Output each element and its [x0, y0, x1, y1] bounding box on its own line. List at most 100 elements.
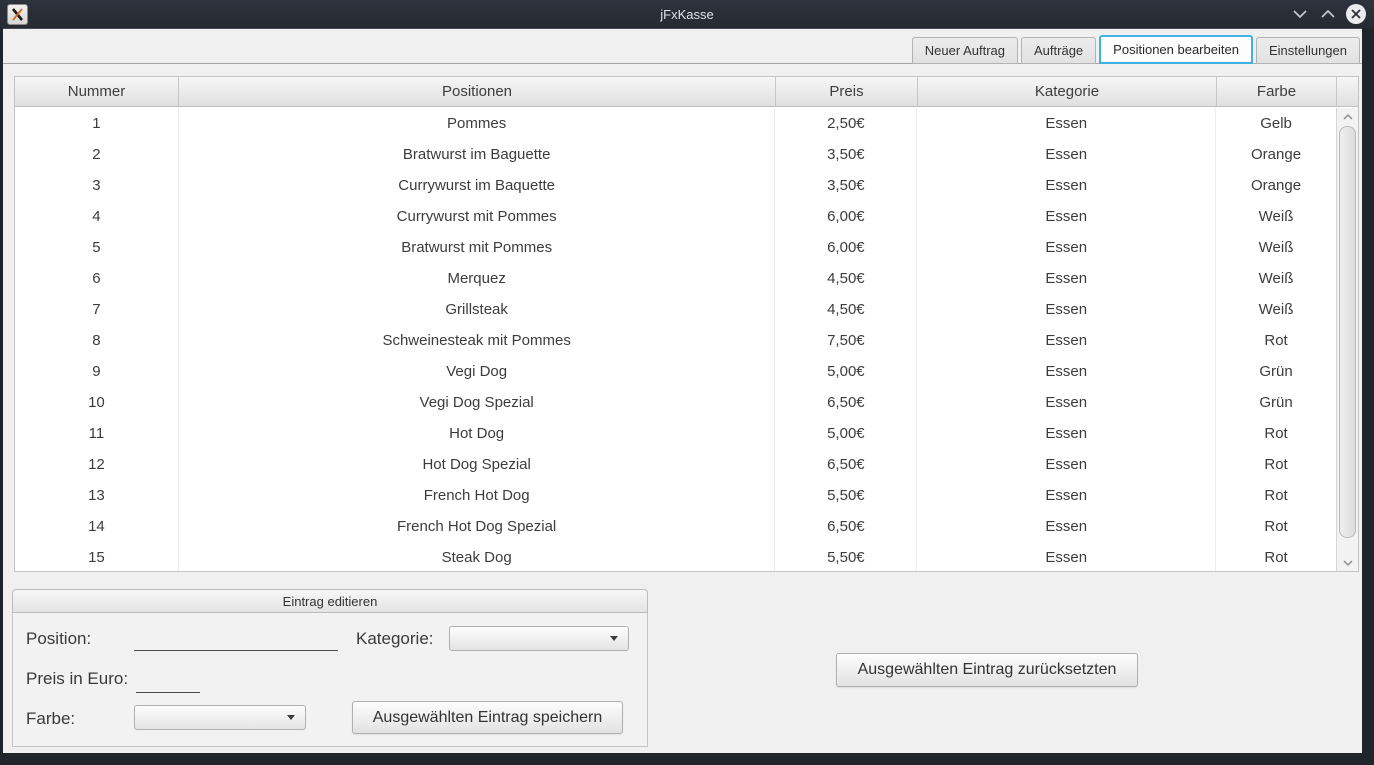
maximize-window-button[interactable] — [1318, 4, 1338, 24]
kategorie-select[interactable] — [449, 626, 629, 651]
close-window-button[interactable] — [1346, 4, 1366, 24]
cell-position: Grillsteak — [179, 294, 776, 325]
table-row[interactable]: 7Grillsteak4,50€EssenWeiß — [15, 294, 1336, 325]
cell-farbe: Grün — [1216, 387, 1336, 418]
farbe-label: Farbe: — [26, 709, 75, 729]
vertical-scrollbar[interactable] — [1336, 108, 1358, 571]
table-row[interactable]: 5Bratwurst mit Pommes6,00€EssenWeiß — [15, 232, 1336, 263]
cell-position: Merquez — [179, 263, 776, 294]
position-input[interactable] — [134, 629, 338, 651]
table-row[interactable]: 4Currywurst mit Pommes6,00€EssenWeiß — [15, 201, 1336, 232]
cell-preis: 5,00€ — [775, 418, 917, 449]
cell-position: French Hot Dog — [179, 480, 776, 511]
cell-nummer: 6 — [15, 263, 179, 294]
farbe-select[interactable] — [134, 705, 306, 730]
cell-kategorie: Essen — [917, 325, 1216, 356]
table-row[interactable]: 1Pommes2,50€EssenGelb — [15, 108, 1336, 139]
table-row[interactable]: 3Currywurst im Baquette3,50€EssenOrange — [15, 170, 1336, 201]
cell-preis: 7,50€ — [775, 325, 917, 356]
cell-kategorie: Essen — [917, 542, 1216, 571]
scrollbar-thumb[interactable] — [1339, 126, 1356, 538]
table-row[interactable]: 15Steak Dog5,50€EssenRot — [15, 542, 1336, 571]
preis-input[interactable] — [136, 671, 200, 693]
cell-kategorie: Essen — [917, 108, 1216, 139]
tab-auftraege[interactable]: Aufträge — [1021, 37, 1096, 64]
tab-neuer-auftrag[interactable]: Neuer Auftrag — [912, 37, 1018, 64]
cell-kategorie: Essen — [917, 170, 1216, 201]
tab-einstellungen[interactable]: Einstellungen — [1256, 37, 1360, 64]
cell-farbe: Rot — [1216, 418, 1336, 449]
cell-farbe: Rot — [1216, 480, 1336, 511]
table-row[interactable]: 12Hot Dog Spezial6,50€EssenRot — [15, 449, 1336, 480]
cell-nummer: 2 — [15, 139, 179, 170]
cell-farbe: Weiß — [1216, 232, 1336, 263]
save-selected-entry-button[interactable]: Ausgewählten Eintrag speichern — [352, 701, 623, 734]
edit-panel-title[interactable]: Eintrag editieren — [12, 589, 648, 613]
table-row[interactable]: 11Hot Dog5,00€EssenRot — [15, 418, 1336, 449]
cell-nummer: 5 — [15, 232, 179, 263]
cell-position: Currywurst im Baquette — [179, 170, 776, 201]
scroll-up-button[interactable] — [1337, 108, 1358, 125]
table-row[interactable]: 14French Hot Dog Spezial6,50€EssenRot — [15, 511, 1336, 542]
tab-group: Neuer Auftrag Aufträge Positionen bearbe… — [912, 35, 1360, 64]
chevron-down-icon — [1343, 560, 1353, 566]
cell-farbe: Grün — [1216, 356, 1336, 387]
column-header-farbe[interactable]: Farbe — [1217, 77, 1337, 106]
cell-nummer: 9 — [15, 356, 179, 387]
cell-nummer: 11 — [15, 418, 179, 449]
column-header-kategorie[interactable]: Kategorie — [918, 77, 1217, 106]
table-row[interactable]: 8Schweinesteak mit Pommes7,50€EssenRot — [15, 325, 1336, 356]
cell-position: Schweinesteak mit Pommes — [179, 325, 776, 356]
cell-position: Bratwurst im Baguette — [179, 139, 776, 170]
cell-kategorie: Essen — [917, 139, 1216, 170]
cell-nummer: 10 — [15, 387, 179, 418]
preis-label: Preis in Euro: — [26, 669, 128, 689]
cell-position: Vegi Dog Spezial — [179, 387, 776, 418]
cell-kategorie: Essen — [917, 387, 1216, 418]
cell-position: Pommes — [179, 108, 776, 139]
titlebar: jFxKasse — [0, 0, 1374, 28]
shade-window-button[interactable] — [1290, 4, 1310, 24]
edit-entry-panel: Eintrag editieren Position: Kategorie: P… — [12, 589, 648, 747]
cell-kategorie: Essen — [917, 356, 1216, 387]
kategorie-label: Kategorie: — [356, 629, 434, 649]
cell-nummer: 12 — [15, 449, 179, 480]
table-row[interactable]: 6Merquez4,50€EssenWeiß — [15, 263, 1336, 294]
column-header-preis[interactable]: Preis — [776, 77, 918, 106]
table-row[interactable]: 9Vegi Dog5,00€EssenGrün — [15, 356, 1336, 387]
position-label: Position: — [26, 629, 91, 649]
scroll-down-button[interactable] — [1337, 554, 1358, 571]
edit-panel-body: Position: Kategorie: Preis in Euro: Farb… — [12, 613, 648, 747]
column-header-filler — [1337, 77, 1358, 106]
cell-position: Hot Dog Spezial — [179, 449, 776, 480]
table-row[interactable]: 10Vegi Dog Spezial6,50€EssenGrün — [15, 387, 1336, 418]
cell-preis: 5,00€ — [775, 356, 917, 387]
cell-nummer: 7 — [15, 294, 179, 325]
dropdown-arrow-icon — [287, 715, 295, 720]
cell-preis: 4,50€ — [775, 294, 917, 325]
table-row[interactable]: 2Bratwurst im Baguette3,50€EssenOrange — [15, 139, 1336, 170]
cell-preis: 6,50€ — [775, 387, 917, 418]
dropdown-arrow-icon — [610, 636, 618, 641]
table-body: 1Pommes2,50€EssenGelb2Bratwurst im Bague… — [15, 108, 1336, 571]
cell-nummer: 14 — [15, 511, 179, 542]
column-header-positionen[interactable]: Positionen — [179, 77, 776, 106]
positions-table: Nummer Positionen Preis Kategorie Farbe … — [14, 76, 1359, 572]
cell-preis: 5,50€ — [775, 480, 917, 511]
cell-farbe: Orange — [1216, 139, 1336, 170]
cell-kategorie: Essen — [917, 418, 1216, 449]
column-header-nummer[interactable]: Nummer — [15, 77, 179, 106]
chevron-down-icon — [1293, 10, 1307, 18]
cell-position: Steak Dog — [179, 542, 776, 571]
cell-position: French Hot Dog Spezial — [179, 511, 776, 542]
window-controls — [1290, 0, 1366, 28]
reset-selected-entry-button[interactable]: Ausgewählten Eintrag zurücksetzten — [836, 653, 1138, 687]
cell-preis: 6,50€ — [775, 449, 917, 480]
cell-nummer: 8 — [15, 325, 179, 356]
cell-kategorie: Essen — [917, 480, 1216, 511]
tab-positionen-bearbeiten[interactable]: Positionen bearbeiten — [1099, 35, 1253, 64]
cell-preis: 6,00€ — [775, 201, 917, 232]
table-row[interactable]: 13French Hot Dog5,50€EssenRot — [15, 480, 1336, 511]
cell-kategorie: Essen — [917, 449, 1216, 480]
cell-farbe: Weiß — [1216, 263, 1336, 294]
